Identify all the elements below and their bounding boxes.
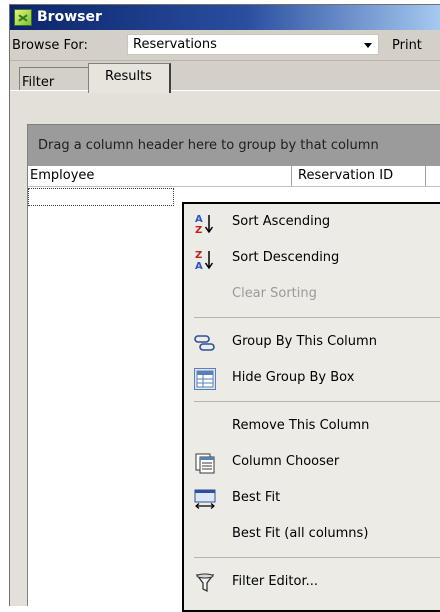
menu-item-label: Sort Ascending: [232, 214, 331, 229]
sort-ascending-icon: A Z: [195, 214, 214, 234]
column-divider[interactable]: [291, 166, 292, 186]
chevron-down-icon[interactable]: [364, 43, 372, 48]
title-bar[interactable]: Browser: [10, 5, 440, 30]
menu-item-best-fit-all-columns[interactable]: Best Fit (all columns): [184, 518, 440, 552]
menu-item-label: Clear Sorting: [232, 286, 317, 301]
focused-cell[interactable]: [28, 188, 174, 206]
column-context-menu: A Z Sort Ascending Z A Sort Descending C…: [182, 202, 440, 612]
svg-text:A: A: [195, 214, 203, 225]
menu-item-sort-descending[interactable]: Z A Sort Descending: [184, 242, 440, 276]
browse-for-select[interactable]: Reservations: [127, 34, 379, 55]
menu-item-best-fit[interactable]: Best Fit: [184, 482, 440, 516]
menu-item-hide-group-by-box[interactable]: Hide Group By Box: [184, 362, 440, 396]
browse-for-label: Browse For:: [12, 38, 88, 53]
menu-item-sort-ascending[interactable]: A Z Sort Ascending: [184, 206, 440, 240]
menu-item-label: Column Chooser: [232, 454, 340, 469]
tab-results[interactable]: Results: [88, 63, 171, 93]
best-fit-icon: [194, 489, 216, 509]
menu-item-group-by-column[interactable]: Group By This Column: [184, 326, 440, 360]
print-button[interactable]: Print: [392, 38, 422, 53]
group-by-icon: [194, 335, 215, 351]
tab-strip: Filter Results: [10, 61, 440, 93]
app-icon: [14, 9, 32, 26]
filter-icon: [195, 573, 215, 593]
column-header-employee[interactable]: Employee: [30, 168, 94, 183]
menu-separator: [194, 401, 440, 402]
menu-item-label: Best Fit: [232, 490, 281, 505]
column-chooser-icon: [195, 453, 215, 474]
menu-item-label: Sort Descending: [232, 250, 340, 265]
menu-item-column-chooser[interactable]: Column Chooser: [184, 446, 440, 480]
menu-item-label: Hide Group By Box: [232, 370, 355, 385]
svg-text:Z: Z: [195, 250, 202, 261]
sort-descending-icon: Z A: [195, 250, 214, 270]
menu-separator: [194, 317, 440, 318]
column-divider[interactable]: [425, 166, 426, 186]
tab-filter[interactable]: Filter: [19, 67, 99, 91]
window-title: Browser: [37, 9, 102, 25]
group-by-box[interactable]: Drag a column header here to group by th…: [28, 125, 440, 166]
menu-item-filter-editor[interactable]: Filter Editor...: [184, 566, 440, 600]
group-by-hint: Drag a column header here to group by th…: [38, 138, 379, 153]
menu-separator: [194, 557, 440, 558]
column-header-row: Employee Reservation ID: [28, 166, 440, 187]
column-header-reservation-id[interactable]: Reservation ID: [298, 168, 393, 183]
menu-item-clear-sorting[interactable]: Clear Sorting: [184, 278, 440, 312]
svg-text:A: A: [195, 261, 203, 270]
svg-text:Z: Z: [195, 225, 202, 234]
menu-item-remove-column[interactable]: Remove This Column: [184, 410, 440, 444]
menu-item-label: Filter Editor...: [232, 574, 319, 589]
browse-for-value: Reservations: [133, 37, 217, 52]
tab-filter-label: Filter: [22, 75, 55, 90]
menu-item-label: Group By This Column: [232, 334, 377, 349]
menu-item-label: Best Fit (all columns): [232, 526, 369, 541]
menu-item-label: Remove This Column: [232, 418, 370, 433]
tab-results-label: Results: [105, 69, 152, 84]
browse-toolbar: Browse For: Reservations Print: [10, 30, 440, 61]
group-box-icon: [194, 368, 216, 390]
